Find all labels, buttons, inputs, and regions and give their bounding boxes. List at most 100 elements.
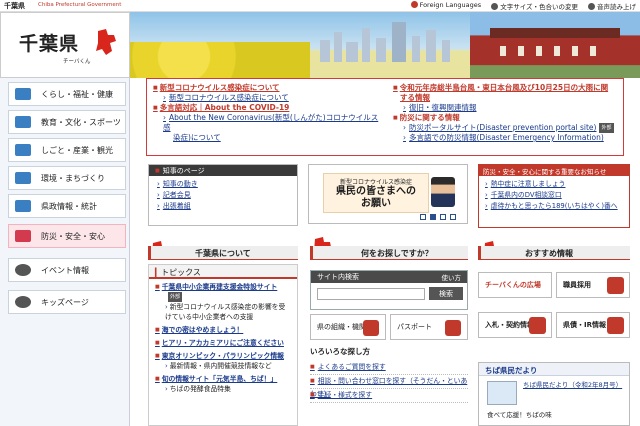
kid-face-icon xyxy=(15,296,31,308)
topic-seasonal-link[interactable]: 旬の情報サイト「元気半島、ちば！」 xyxy=(155,374,291,384)
consultation-link[interactable]: 相談・問い合わせ窓口を探す（そうだん・といあわせ） xyxy=(310,375,468,398)
search-button[interactable]: 検索 xyxy=(429,287,463,300)
topic-item: 旬の情報サイト「元気半島、ちば！」 ちばの発酵食品特集 xyxy=(149,374,297,394)
site-name: 千葉県 xyxy=(4,2,25,10)
local-food-text: 食べて応援！ちばの味 xyxy=(487,411,552,419)
search-section-heading: 何をお探しですか？ xyxy=(310,246,468,260)
search-methods-title: いろいろな探し方 xyxy=(310,347,370,356)
historic-building-photo xyxy=(470,12,640,78)
org-tile[interactable]: 県の組織・機関 xyxy=(310,314,386,340)
hero-banner xyxy=(130,12,640,78)
heart-icon xyxy=(15,230,31,242)
topics-box: トピックス 千葉県中小企業再建支援金特設サイト 外部 新型コロナウイルス感染症の… xyxy=(148,264,298,426)
search-box-title: サイト内検索 xyxy=(317,273,359,281)
business-trip-link[interactable]: 出張着組 xyxy=(157,201,289,212)
recommended-heading: おすすめ情報 xyxy=(478,246,630,260)
external-badge: 外部 xyxy=(599,123,614,133)
graduation-cap-icon xyxy=(15,116,31,128)
bid-contract-tile[interactable]: 入札・契約情報 xyxy=(478,312,552,338)
book-icon xyxy=(487,381,517,405)
multilingual-covid-link[interactable]: 多言語対応｜About the COVID-19 xyxy=(153,103,385,113)
heatstroke-link[interactable]: 熱中症に注意しましょう xyxy=(485,179,623,190)
staff-icon xyxy=(607,277,624,294)
newsletter-title: ちば県民だより xyxy=(479,363,629,376)
bond-ir-tile[interactable]: 県債・IR情報 xyxy=(556,312,630,338)
recovery-info-link[interactable]: 復旧・復興関連情報 xyxy=(393,103,623,113)
governor-activities-link[interactable]: 知事の動き xyxy=(157,179,289,190)
carousel-pause-button[interactable] xyxy=(420,214,426,220)
read-aloud-link[interactable]: 音声読み上げ xyxy=(588,1,636,11)
disaster-portal-link[interactable]: 防災ポータルサイト(Disaster prevention portal sit… xyxy=(409,123,596,132)
flag-icon xyxy=(15,264,31,276)
safety-notice-box: 防災・安全・安心に関する重要なお知らせ 熱中症に注意しましょう 千葉県内のDV相… xyxy=(478,164,630,228)
text-size-link[interactable]: 文字サイズ・色合いの変更 xyxy=(491,1,578,11)
procedures-link[interactable]: 手続・様式を探す xyxy=(310,389,468,403)
site-search-box: サイト内検索 使い方 検索 xyxy=(310,270,468,310)
multilingual-disaster-link[interactable]: 多言語での防災情報(Disaster Emergency Information… xyxy=(393,133,623,143)
press-conference-link[interactable]: 記者会見 xyxy=(157,190,289,201)
topic-sme-support-link[interactable]: 千葉県中小企業再建支援金特設サイト xyxy=(155,282,291,292)
site-name-en: Chiba Prefectural Government xyxy=(38,2,122,8)
nav-disaster-safety[interactable]: 防災・安全・安心 xyxy=(8,224,126,248)
governor-page-box: 知事のページ 知事の動き 記者会見 出張着組 xyxy=(148,164,298,226)
carousel-dot-2[interactable] xyxy=(440,214,446,220)
logo-title: 千葉県 xyxy=(19,33,80,55)
chiba-kun-plaza-tile[interactable]: チーバくんの広場 xyxy=(478,272,552,298)
important-notice-box: 新型コロナウイルス感染症について 新型コロナウイルス感染症について 多言語対応｜… xyxy=(146,78,624,156)
carousel-dot-3[interactable] xyxy=(450,214,456,220)
abuse-189-link[interactable]: 虐待かもと思ったら189(いちはやく)番へ xyxy=(485,201,623,212)
topic-fire-ant-link[interactable]: ヒアリ・アカカミアリにご注意ください xyxy=(155,338,291,348)
governor-photo xyxy=(431,177,455,207)
carousel-dot-1[interactable] xyxy=(430,214,436,220)
covid-heading-link[interactable]: 新型コロナウイルス感染症について xyxy=(153,83,385,93)
top-bar: 千葉県 Chiba Prefectural Government Foreign… xyxy=(0,0,640,12)
topics-title: トピックス xyxy=(149,265,297,279)
header-tools: Foreign Languages 文字サイズ・色合いの変更 音声読み上げ xyxy=(410,1,636,11)
governor-box-title: 知事のページ xyxy=(149,165,297,176)
contract-icon xyxy=(529,317,546,334)
topic-item: 海での密はやめましょう！ xyxy=(149,325,297,335)
document-icon xyxy=(15,200,31,212)
faq-link[interactable]: よくあるご質問を探す xyxy=(310,361,468,375)
foreign-languages-link[interactable]: Foreign Languages xyxy=(410,1,481,11)
typhoon-info-link[interactable]: 令和元年房総半島台風・東日本台風及び10月25日の大雨に関 xyxy=(393,83,623,93)
topic-olympics-link[interactable]: 東京オリンピック・パラリンピック情報 xyxy=(155,351,291,361)
newsletter-link[interactable]: ちば県民だより（令和2年8月号） xyxy=(523,381,627,390)
nav-environment-town[interactable]: 環境・まちづくり xyxy=(8,166,126,190)
nav-living-welfare-health[interactable]: くらし・福祉・健康 xyxy=(8,82,126,106)
house-icon xyxy=(15,88,31,100)
recruit-tile[interactable]: 職員採用 xyxy=(556,272,630,298)
nav-education-culture-sports[interactable]: 教育・文化・スポーツ xyxy=(8,110,126,134)
text-size-icon xyxy=(491,3,499,10)
safety-box-title: 防災・安全・安心に関する重要なお知らせ xyxy=(479,165,629,176)
topic-item: 東京オリンピック・パラリンピック情報 最新情報・県内開催競技情報など xyxy=(149,351,297,371)
left-navigation: くらし・福祉・健康 教育・文化・スポーツ しごと・産業・観光 環境・まちづくり … xyxy=(0,78,130,426)
search-usage-link[interactable]: 使い方 xyxy=(442,272,462,282)
notice-left-column: 新型コロナウイルス感染症について 新型コロナウイルス感染症について 多言語対応｜… xyxy=(153,83,385,143)
notice-right-column: 令和元年房総半島台風・東日本台風及び10月25日の大雨に関 する情報 復旧・復興… xyxy=(393,83,623,143)
passport-icon xyxy=(445,320,461,336)
nav-prefectural-info-statistics[interactable]: 県政情報・統計 xyxy=(8,194,126,218)
briefcase-icon xyxy=(15,144,31,156)
new-coronavirus-link-cont[interactable]: 染症)について xyxy=(153,133,385,143)
org-chart-icon xyxy=(363,320,379,336)
globe-icon xyxy=(410,1,418,8)
typhoon-info-link-cont[interactable]: する情報 xyxy=(393,93,623,103)
disaster-portal-row: 防災ポータルサイト(Disaster prevention portal sit… xyxy=(393,123,623,133)
chiba-kun-mascot-icon xyxy=(96,29,116,55)
speaker-icon xyxy=(588,3,595,10)
sun-cloud-icon xyxy=(15,172,31,184)
topic-item: ヒアリ・アカカミアリにご注意ください xyxy=(149,338,297,348)
passport-tile[interactable]: パスポート xyxy=(390,314,468,340)
topic-beach-link[interactable]: 海での密はやめましょう！ xyxy=(155,325,291,335)
dv-consult-link[interactable]: 千葉県内のDV相談窓口 xyxy=(485,190,623,201)
disaster-info-heading: 防災に関する情報 xyxy=(393,113,623,123)
new-coronavirus-link[interactable]: About the New Coronavirus(新型(しんがた)コロナウイル… xyxy=(153,113,385,133)
nav-event-info[interactable]: イベント情報 xyxy=(8,258,126,282)
nav-work-industry-tourism[interactable]: しごと・産業・観光 xyxy=(8,138,126,162)
search-input[interactable] xyxy=(317,288,425,300)
nav-kids-page[interactable]: キッズページ xyxy=(8,290,126,314)
search-methods: いろいろな探し方 よくあるご質問を探す 相談・問い合わせ窓口を探す（そうだん・と… xyxy=(310,346,468,426)
site-logo[interactable]: 千葉県 チーバくん xyxy=(0,12,130,78)
covid-info-link[interactable]: 新型コロナウイルス感染症について xyxy=(153,93,385,103)
